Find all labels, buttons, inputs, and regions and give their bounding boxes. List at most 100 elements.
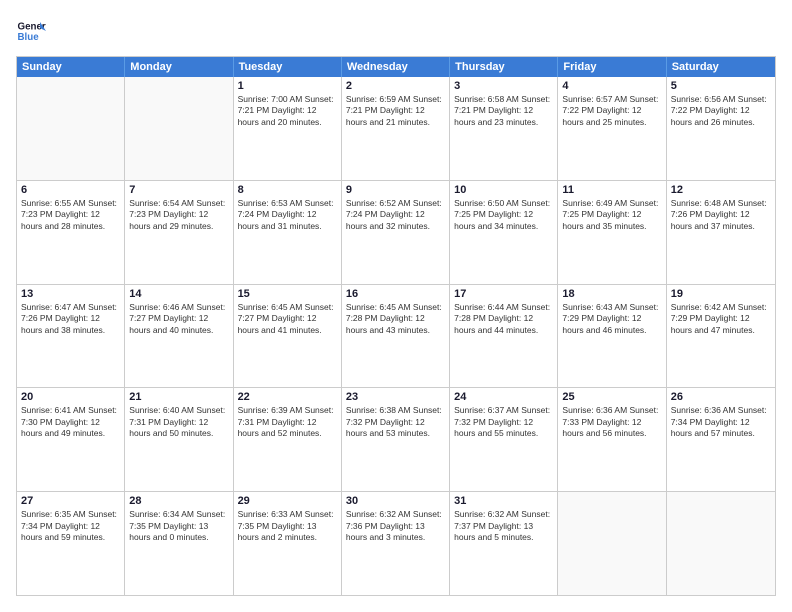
day-info: Sunrise: 6:47 AM Sunset: 7:26 PM Dayligh… xyxy=(21,302,120,336)
day-number: 29 xyxy=(238,495,337,507)
calendar-body: 1 Sunrise: 7:00 AM Sunset: 7:21 PM Daylig… xyxy=(17,77,775,595)
day-info: Sunrise: 6:54 AM Sunset: 7:23 PM Dayligh… xyxy=(129,198,228,232)
calendar-cell: 17 Sunrise: 6:44 AM Sunset: 7:28 PM Dayli… xyxy=(450,285,558,388)
calendar-cell: 4Sunrise: 6:57 AM Sunset: 7:22 PM Daylig… xyxy=(558,77,666,180)
day-info: Sunrise: 6:46 AM Sunset: 7:27 PM Dayligh… xyxy=(129,302,228,336)
day-number: 27 xyxy=(21,495,120,507)
calendar-cell: 30 Sunrise: 6:32 AM Sunset: 7:36 PM Dayli… xyxy=(342,492,450,595)
day-info: Sunrise: 6:49 AM Sunset: 7:25 PM Dayligh… xyxy=(562,198,661,232)
day-info: Sunrise: 6:55 AM Sunset: 7:23 PM Dayligh… xyxy=(21,198,120,232)
calendar-cell: 25 Sunrise: 6:36 AM Sunset: 7:33 PM Dayli… xyxy=(558,388,666,491)
calendar-cell: 23 Sunrise: 6:38 AM Sunset: 7:32 PM Dayli… xyxy=(342,388,450,491)
day-info: Sunrise: 6:38 AM Sunset: 7:32 PM Dayligh… xyxy=(346,405,445,439)
calendar-cell: 28Sunrise: 6:34 AM Sunset: 7:35 PM Dayli… xyxy=(125,492,233,595)
calendar-cell: 10 Sunrise: 6:50 AM Sunset: 7:25 PM Dayli… xyxy=(450,181,558,284)
calendar-cell: 16Sunrise: 6:45 AM Sunset: 7:28 PM Dayli… xyxy=(342,285,450,388)
calendar-cell xyxy=(667,492,775,595)
calendar-header: SundayMondayTuesdayWednesdayThursdayFrid… xyxy=(17,57,775,77)
day-info: Sunrise: 6:59 AM Sunset: 7:21 PM Dayligh… xyxy=(346,94,445,128)
day-info: Sunrise: 6:34 AM Sunset: 7:35 PM Dayligh… xyxy=(129,509,228,543)
day-info: Sunrise: 6:50 AM Sunset: 7:25 PM Dayligh… xyxy=(454,198,553,232)
calendar-cell: 3 Sunrise: 6:58 AM Sunset: 7:21 PM Daylig… xyxy=(450,77,558,180)
header-day-monday: Monday xyxy=(125,57,233,77)
calendar-week-1: 1 Sunrise: 7:00 AM Sunset: 7:21 PM Daylig… xyxy=(17,77,775,180)
day-number: 17 xyxy=(454,288,553,300)
day-number: 16 xyxy=(346,288,445,300)
calendar-week-4: 20Sunrise: 6:41 AM Sunset: 7:30 PM Dayli… xyxy=(17,387,775,491)
day-number: 14 xyxy=(129,288,228,300)
day-info: Sunrise: 6:57 AM Sunset: 7:22 PM Dayligh… xyxy=(562,94,661,128)
calendar-cell: 1 Sunrise: 7:00 AM Sunset: 7:21 PM Daylig… xyxy=(234,77,342,180)
calendar-cell: 22 Sunrise: 6:39 AM Sunset: 7:31 PM Dayli… xyxy=(234,388,342,491)
day-info: Sunrise: 6:32 AM Sunset: 7:37 PM Dayligh… xyxy=(454,509,553,543)
day-info: Sunrise: 6:36 AM Sunset: 7:33 PM Dayligh… xyxy=(562,405,661,439)
logo: General Blue xyxy=(16,16,46,46)
header-day-friday: Friday xyxy=(558,57,666,77)
day-number: 1 xyxy=(238,80,337,92)
calendar-cell: 11 Sunrise: 6:49 AM Sunset: 7:25 PM Dayli… xyxy=(558,181,666,284)
day-info: Sunrise: 6:45 AM Sunset: 7:27 PM Dayligh… xyxy=(238,302,337,336)
day-number: 6 xyxy=(21,184,120,196)
day-info: Sunrise: 6:39 AM Sunset: 7:31 PM Dayligh… xyxy=(238,405,337,439)
day-number: 26 xyxy=(671,391,771,403)
day-info: Sunrise: 6:32 AM Sunset: 7:36 PM Dayligh… xyxy=(346,509,445,543)
day-info: Sunrise: 6:56 AM Sunset: 7:22 PM Dayligh… xyxy=(671,94,771,128)
day-info: Sunrise: 6:52 AM Sunset: 7:24 PM Dayligh… xyxy=(346,198,445,232)
calendar-cell: 5 Sunrise: 6:56 AM Sunset: 7:22 PM Daylig… xyxy=(667,77,775,180)
calendar-cell: 14 Sunrise: 6:46 AM Sunset: 7:27 PM Dayli… xyxy=(125,285,233,388)
day-number: 5 xyxy=(671,80,771,92)
svg-text:Blue: Blue xyxy=(18,32,40,43)
day-number: 20 xyxy=(21,391,120,403)
day-info: Sunrise: 6:37 AM Sunset: 7:32 PM Dayligh… xyxy=(454,405,553,439)
calendar: SundayMondayTuesdayWednesdayThursdayFrid… xyxy=(16,56,776,596)
calendar-cell: 26 Sunrise: 6:36 AM Sunset: 7:34 PM Dayli… xyxy=(667,388,775,491)
calendar-week-5: 27 Sunrise: 6:35 AM Sunset: 7:34 PM Dayli… xyxy=(17,491,775,595)
calendar-cell xyxy=(125,77,233,180)
day-number: 3 xyxy=(454,80,553,92)
calendar-week-3: 13Sunrise: 6:47 AM Sunset: 7:26 PM Dayli… xyxy=(17,284,775,388)
day-number: 9 xyxy=(346,184,445,196)
header-day-saturday: Saturday xyxy=(667,57,775,77)
calendar-cell: 8 Sunrise: 6:53 AM Sunset: 7:24 PM Daylig… xyxy=(234,181,342,284)
day-number: 25 xyxy=(562,391,661,403)
day-number: 10 xyxy=(454,184,553,196)
calendar-cell: 13Sunrise: 6:47 AM Sunset: 7:26 PM Dayli… xyxy=(17,285,125,388)
day-number: 23 xyxy=(346,391,445,403)
calendar-cell xyxy=(17,77,125,180)
calendar-cell: 31Sunrise: 6:32 AM Sunset: 7:37 PM Dayli… xyxy=(450,492,558,595)
calendar-cell: 15Sunrise: 6:45 AM Sunset: 7:27 PM Dayli… xyxy=(234,285,342,388)
day-number: 21 xyxy=(129,391,228,403)
day-number: 18 xyxy=(562,288,661,300)
day-info: Sunrise: 6:33 AM Sunset: 7:35 PM Dayligh… xyxy=(238,509,337,543)
day-info: Sunrise: 6:48 AM Sunset: 7:26 PM Dayligh… xyxy=(671,198,771,232)
day-number: 7 xyxy=(129,184,228,196)
day-number: 2 xyxy=(346,80,445,92)
calendar-cell: 24 Sunrise: 6:37 AM Sunset: 7:32 PM Dayli… xyxy=(450,388,558,491)
calendar-cell: 2 Sunrise: 6:59 AM Sunset: 7:21 PM Daylig… xyxy=(342,77,450,180)
logo-icon: General Blue xyxy=(16,16,46,46)
header-day-thursday: Thursday xyxy=(450,57,558,77)
calendar-cell xyxy=(558,492,666,595)
day-number: 19 xyxy=(671,288,771,300)
day-number: 8 xyxy=(238,184,337,196)
day-number: 11 xyxy=(562,184,661,196)
day-number: 22 xyxy=(238,391,337,403)
calendar-cell: 27 Sunrise: 6:35 AM Sunset: 7:34 PM Dayli… xyxy=(17,492,125,595)
day-info: Sunrise: 6:53 AM Sunset: 7:24 PM Dayligh… xyxy=(238,198,337,232)
day-info: Sunrise: 6:43 AM Sunset: 7:29 PM Dayligh… xyxy=(562,302,661,336)
calendar-week-2: 6 Sunrise: 6:55 AM Sunset: 7:23 PM Daylig… xyxy=(17,180,775,284)
day-info: Sunrise: 6:35 AM Sunset: 7:34 PM Dayligh… xyxy=(21,509,120,543)
day-info: Sunrise: 6:58 AM Sunset: 7:21 PM Dayligh… xyxy=(454,94,553,128)
calendar-cell: 18 Sunrise: 6:43 AM Sunset: 7:29 PM Dayli… xyxy=(558,285,666,388)
page: General Blue SundayMondayTuesdayWednesda… xyxy=(0,0,792,612)
day-number: 24 xyxy=(454,391,553,403)
day-info: Sunrise: 6:42 AM Sunset: 7:29 PM Dayligh… xyxy=(671,302,771,336)
day-info: Sunrise: 6:36 AM Sunset: 7:34 PM Dayligh… xyxy=(671,405,771,439)
header-day-sunday: Sunday xyxy=(17,57,125,77)
day-info: Sunrise: 6:44 AM Sunset: 7:28 PM Dayligh… xyxy=(454,302,553,336)
day-number: 12 xyxy=(671,184,771,196)
day-number: 30 xyxy=(346,495,445,507)
header: General Blue xyxy=(16,16,776,46)
day-info: Sunrise: 7:00 AM Sunset: 7:21 PM Dayligh… xyxy=(238,94,337,128)
header-day-tuesday: Tuesday xyxy=(234,57,342,77)
